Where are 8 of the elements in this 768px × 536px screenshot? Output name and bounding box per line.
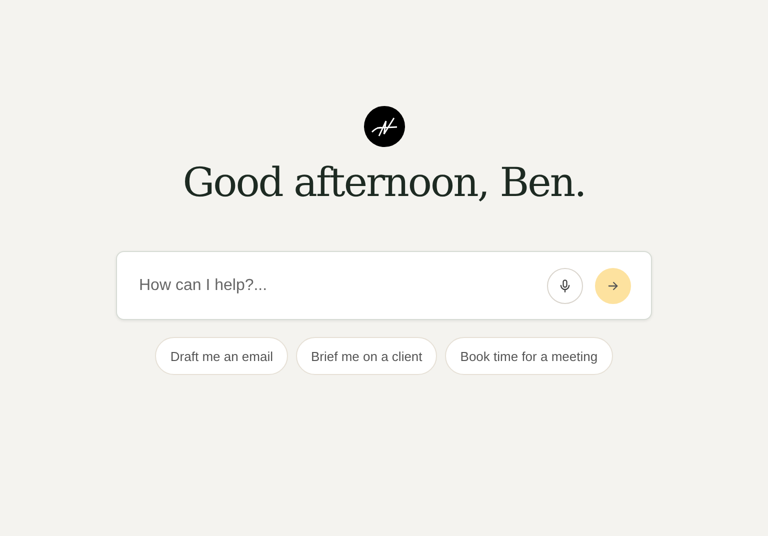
greeting-heading: Good afternoon, Ben. — [182, 161, 586, 205]
suggestion-chip[interactable]: Book time for a meeting — [445, 337, 613, 375]
suggestion-chip[interactable]: Brief me on a client — [296, 337, 438, 375]
prompt-input[interactable]: How can I help?... — [137, 276, 535, 296]
suggestion-chip[interactable]: Draft me an email — [155, 337, 288, 375]
microphone-icon — [558, 278, 572, 292]
logo-icon — [364, 106, 404, 147]
microphone-button[interactable] — [547, 268, 583, 304]
